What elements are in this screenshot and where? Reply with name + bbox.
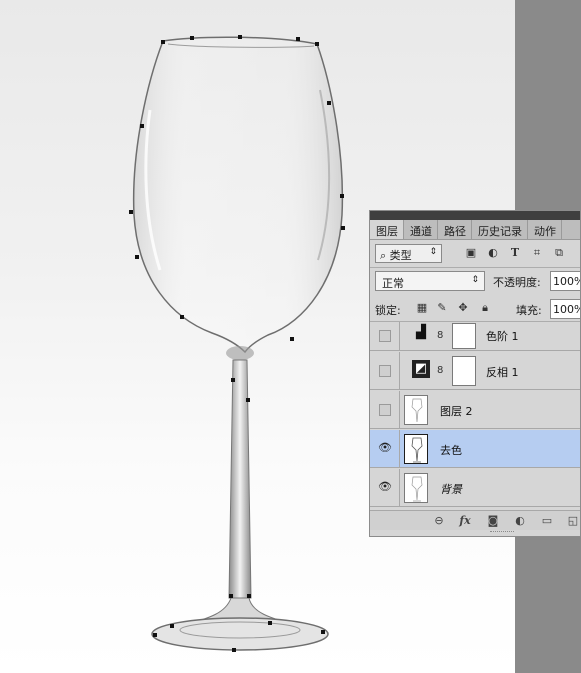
shape-filter-icon[interactable]: ⌗ [530, 246, 544, 260]
lock-position-icon[interactable]: ✥ [456, 301, 470, 315]
filter-kind-label: ⌕ 类型 [380, 249, 412, 262]
layer-thumbnail[interactable] [404, 434, 428, 464]
fill-field[interactable]: 100% [550, 299, 580, 319]
hidden-box-icon [379, 365, 391, 377]
adjustment-filter-icon[interactable]: ◐ [486, 246, 500, 260]
layer-mask-thumbnail[interactable] [452, 323, 476, 349]
lock-row: 锁定: ▦ ✎ ✥ 🔒︎ 填充: 100% [370, 298, 580, 320]
layer-row-background[interactable]: 👁︎ 背景 [370, 469, 580, 507]
levels-icon: ▟ [416, 325, 426, 340]
eye-icon: 👁︎ [378, 480, 392, 493]
visibility-toggle[interactable]: 👁︎ [370, 430, 400, 467]
layer-row-levels[interactable]: ▟ 8 色阶 1 [370, 322, 580, 351]
select-arrow-icon: ⇕ [429, 247, 437, 257]
visibility-toggle[interactable] [370, 352, 400, 389]
blend-mode-value: 正常 [382, 277, 404, 290]
new-adjustment-icon[interactable]: ◐ [513, 514, 527, 528]
hidden-box-icon [379, 404, 391, 416]
panel-footer: ⊖ fx ◙ ◐ ▭ ◱ [370, 510, 580, 530]
layer-row-layer-2[interactable]: 图层 2 [370, 391, 580, 429]
tab-actions[interactable]: 动作 [528, 220, 562, 239]
smart-object-filter-icon[interactable]: ⧉ [552, 246, 566, 260]
layer-name[interactable]: 图层 2 [440, 403, 473, 419]
link-chain-icon[interactable]: 8 [437, 365, 443, 376]
layer-row-desaturate[interactable]: 👁︎ 去色 [370, 430, 580, 468]
fill-label: 填充: [516, 304, 542, 317]
visibility-toggle[interactable]: 👁︎ [370, 469, 400, 506]
tab-paths[interactable]: 路径 [438, 220, 472, 239]
type-filter-icon[interactable]: T [508, 246, 522, 260]
layer-row-invert[interactable]: ◩ 8 反相 1 [370, 352, 580, 390]
lock-transparent-icon[interactable]: ▦ [415, 301, 429, 315]
layer-filter-row: ⌕ 类型 ⇕ ▣ ◐ T ⌗ ⧉ [370, 241, 580, 267]
fx-icon[interactable]: fx [458, 514, 472, 528]
panel-tabs: 图层 通道 路径 历史记录 动作 [370, 220, 580, 240]
layer-name[interactable]: 反相 1 [486, 364, 519, 380]
lock-image-icon[interactable]: ✎ [435, 301, 449, 315]
lock-label: 锁定: [375, 304, 401, 317]
lock-all-icon[interactable]: 🔒︎ [478, 301, 492, 315]
layer-thumbnail[interactable] [404, 473, 428, 503]
link-chain-icon[interactable]: 8 [437, 330, 443, 341]
select-arrow-icon: ⇕ [471, 275, 479, 285]
opacity-label: 不透明度: [493, 276, 541, 289]
visibility-toggle[interactable] [370, 391, 400, 428]
image-filter-icon[interactable]: ▣ [464, 246, 478, 260]
invert-icon: ◩ [412, 360, 430, 378]
layer-mask-thumbnail[interactable] [452, 356, 476, 386]
panel-title-bar[interactable] [370, 211, 580, 220]
eye-icon: 👁︎ [378, 441, 392, 454]
visibility-toggle[interactable] [370, 322, 400, 350]
resize-grip[interactable] [490, 531, 514, 534]
blend-mode-row: 正常 ⇕ 不透明度: 100% [370, 268, 580, 295]
add-mask-icon[interactable]: ◙ [486, 514, 500, 528]
opacity-field[interactable]: 100% [550, 271, 580, 291]
new-layer-icon[interactable]: ◱ [566, 514, 580, 528]
hidden-box-icon [379, 330, 391, 342]
new-group-icon[interactable]: ▭ [540, 514, 554, 528]
tab-history[interactable]: 历史记录 [472, 220, 528, 239]
tab-layers[interactable]: 图层 [370, 220, 404, 239]
layer-name[interactable]: 去色 [440, 442, 462, 458]
layer-name[interactable]: 色阶 1 [486, 328, 519, 344]
filter-kind-select[interactable]: ⌕ 类型 ⇕ [375, 244, 442, 263]
layers-panel: 图层 通道 路径 历史记录 动作 ⌕ 类型 ⇕ ▣ ◐ T ⌗ ⧉ 正常 ⇕ 不… [369, 210, 581, 537]
tab-channels[interactable]: 通道 [404, 220, 438, 239]
layer-name[interactable]: 背景 [440, 481, 462, 497]
blend-mode-select[interactable]: 正常 ⇕ [375, 271, 485, 291]
layer-thumbnail[interactable] [404, 395, 428, 425]
link-layers-icon[interactable]: ⊖ [432, 514, 446, 528]
